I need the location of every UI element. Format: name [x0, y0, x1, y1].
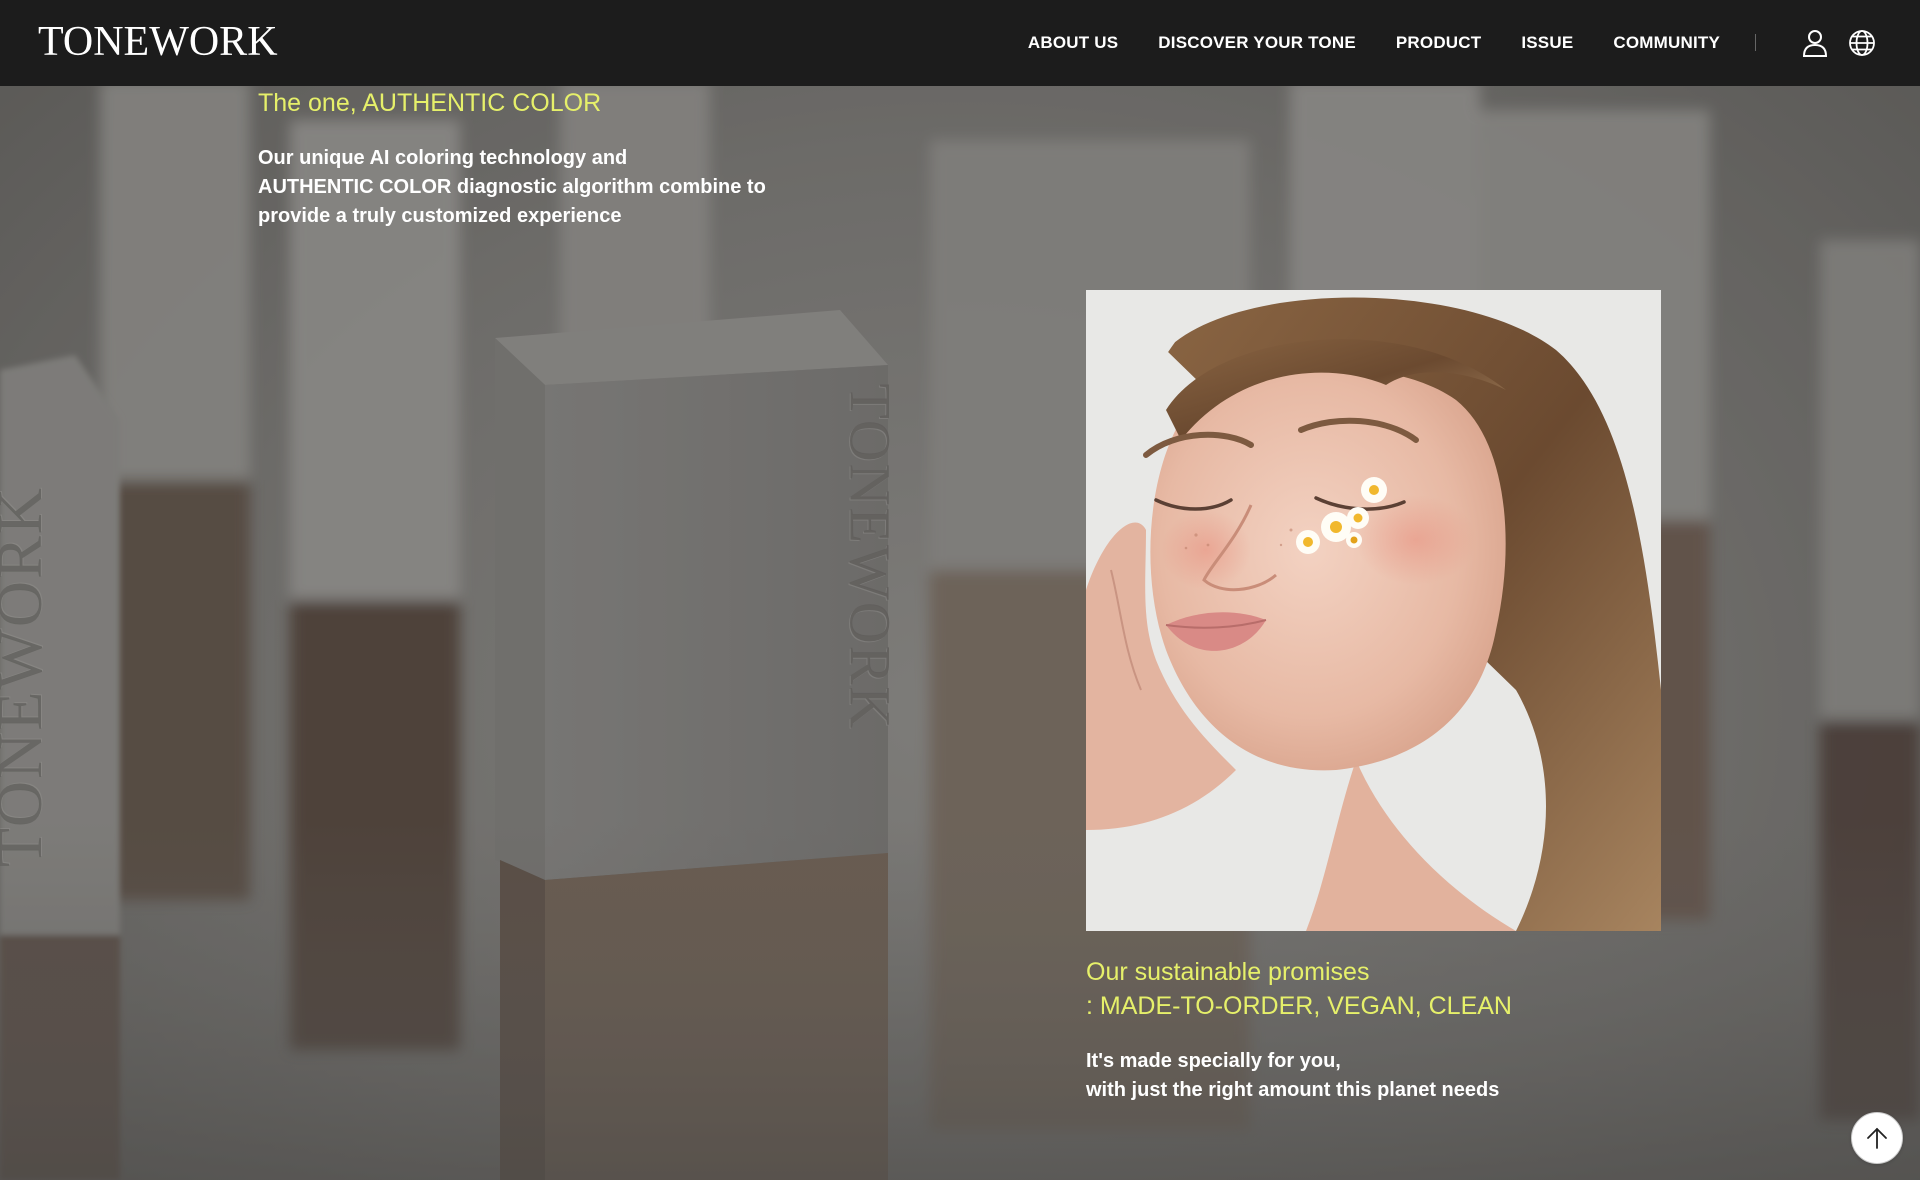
- sustainable-title-line-1: Our sustainable promises: [1086, 958, 1370, 986]
- scroll-to-top-button[interactable]: [1851, 1112, 1903, 1164]
- sustainable-line-1: It's made specially for you,: [1086, 1050, 1341, 1072]
- authentic-color-description: Our unique AI coloring technology and AU…: [258, 144, 858, 231]
- authentic-color-title: The one, AUTHENTIC COLOR: [258, 89, 602, 117]
- header-divider: [1755, 34, 1756, 51]
- nav-discover-your-tone[interactable]: DISCOVER YOUR TONE: [1158, 33, 1356, 53]
- nav-community[interactable]: COMMUNITY: [1613, 33, 1720, 53]
- authentic-line-3: provide a truly customized experience: [258, 205, 622, 227]
- user-icon[interactable]: [1798, 26, 1832, 60]
- globe-icon[interactable]: [1845, 26, 1879, 60]
- main-nav: ABOUT US DISCOVER YOUR TONE PRODUCT ISSU…: [1028, 0, 1720, 86]
- arrow-up-icon: [1867, 1127, 1887, 1149]
- nav-issue[interactable]: ISSUE: [1521, 33, 1573, 53]
- sustainable-description: It's made specially for you, with just t…: [1086, 1047, 1586, 1105]
- authentic-line-1: Our unique AI coloring technology and: [258, 147, 628, 169]
- sustainable-title-line-2: : MADE-TO-ORDER, VEGAN, CLEAN: [1086, 992, 1512, 1020]
- site-header: TONEWORK ABOUT US DISCOVER YOUR TONE PRO…: [0, 0, 1920, 86]
- nav-product[interactable]: PRODUCT: [1396, 33, 1481, 53]
- authentic-line-2: AUTHENTIC COLOR diagnostic algorithm com…: [258, 176, 766, 198]
- sustainable-title: Our sustainable promises : MADE-TO-ORDER…: [1086, 955, 1512, 1023]
- model-photo: [1086, 290, 1661, 931]
- brand-logo[interactable]: TONEWORK: [38, 16, 278, 68]
- sustainable-line-2: with just the right amount this planet n…: [1086, 1079, 1500, 1101]
- nav-about-us[interactable]: ABOUT US: [1028, 33, 1118, 53]
